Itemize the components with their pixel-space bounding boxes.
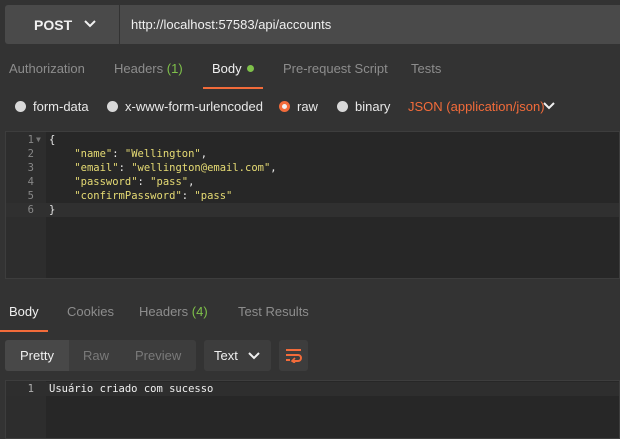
- request-bar: POST http://localhost:57583/api/accounts: [0, 0, 620, 49]
- wrap-lines-icon: [286, 349, 302, 363]
- method-select[interactable]: POST: [5, 5, 119, 44]
- view-pretty-label: Pretty: [20, 348, 54, 363]
- editor-line: 1 ▼ {: [6, 133, 619, 147]
- line-number: 3: [27, 162, 34, 174]
- radio-raw[interactable]: raw: [279, 89, 318, 123]
- json-key: "email": [74, 162, 119, 174]
- json-punct: ,: [200, 148, 208, 160]
- tab-tests-label: Tests: [411, 61, 442, 76]
- json-key: "password": [74, 176, 138, 188]
- radio-icon: [15, 100, 26, 112]
- json-punct: ,: [270, 162, 277, 174]
- json-key: "confirmPassword": [74, 190, 182, 202]
- tab-tests[interactable]: Tests: [411, 49, 441, 89]
- format-select[interactable]: Text: [204, 340, 271, 371]
- fold-arrow-icon[interactable]: ▼: [36, 133, 41, 147]
- format-label: Text: [214, 348, 238, 363]
- line-number: 2: [27, 148, 34, 160]
- radio-urlencoded[interactable]: x-www-form-urlencoded: [107, 89, 263, 123]
- body-active-dot-icon: [246, 65, 254, 72]
- response-tab-headers-label: Headers: [139, 304, 189, 319]
- response-tabs: Body Cookies Headers (4) Test Results: [0, 292, 620, 332]
- response-text: Usuário criado com sucesso: [49, 383, 214, 395]
- json-punct: ,: [188, 176, 195, 188]
- code-text: "confirmPassword": "pass": [74, 190, 233, 202]
- json-key: "name": [74, 148, 113, 160]
- radio-binary-label: binary: [355, 98, 391, 114]
- editor-line: 5 "confirmPassword": "pass": [6, 189, 619, 203]
- response-tab-body-label: Body: [9, 304, 39, 319]
- response-tab-body[interactable]: Body: [0, 292, 48, 332]
- tab-headers[interactable]: Headers (1): [114, 49, 183, 89]
- editor-line: 4 "password": "pass",: [6, 175, 619, 189]
- tab-authorization[interactable]: Authorization: [9, 49, 85, 89]
- line-number: 1: [27, 134, 34, 146]
- wrap-lines-button[interactable]: [279, 340, 308, 371]
- radio-form-data[interactable]: form-data: [15, 89, 89, 123]
- code-text: {: [49, 134, 56, 146]
- json-value: "Wellington": [124, 148, 201, 160]
- method-label: POST: [34, 16, 73, 33]
- content-type-label: JSON (application/json): [408, 98, 545, 114]
- response-tab-cookies-label: Cookies: [67, 304, 114, 319]
- view-raw-label: Raw: [83, 348, 110, 363]
- radio-raw-label: raw: [297, 98, 318, 114]
- view-preview-button[interactable]: Preview: [135, 340, 181, 371]
- response-line: 1 Usuário criado com sucesso: [6, 382, 619, 396]
- tab-body[interactable]: Body: [203, 49, 263, 89]
- radio-binary[interactable]: binary: [337, 89, 390, 123]
- response-tab-cookies[interactable]: Cookies: [67, 292, 114, 332]
- content-type-select[interactable]: JSON (application/json): [408, 89, 545, 123]
- tab-headers-label: Headers: [114, 61, 164, 76]
- code-text: "name": "Wellington",: [74, 148, 208, 160]
- code-text: "password": "pass",: [74, 176, 195, 188]
- url-input[interactable]: http://localhost:57583/api/accounts: [120, 5, 620, 44]
- response-tab-headers[interactable]: Headers (4): [139, 292, 208, 332]
- tab-pre-request-script[interactable]: Pre-request Script: [283, 49, 388, 89]
- response-toolbar: Pretty Raw Preview Text: [0, 332, 620, 378]
- radio-form-data-label: form-data: [33, 98, 89, 114]
- chevron-down-icon: [84, 20, 96, 28]
- json-value: "pass": [194, 190, 233, 202]
- response-body-viewer[interactable]: 1 Usuário criado com sucesso: [5, 380, 620, 439]
- editor-line: 3 "email": "wellington@email.com",: [6, 161, 619, 175]
- request-body-editor[interactable]: 1 ▼ { 2 "name": "Wellington", 3 "email":…: [5, 131, 620, 279]
- radio-icon: [107, 100, 118, 112]
- radio-urlencoded-label: x-www-form-urlencoded: [125, 98, 263, 114]
- radio-selected-icon: [279, 100, 290, 112]
- editor-line: 2 "name": "Wellington",: [6, 147, 619, 161]
- chevron-down-icon: [248, 352, 260, 360]
- request-tabs: Authorization Headers (1) Body Pre-reque…: [0, 49, 620, 89]
- code-text: "email": "wellington@email.com",: [74, 162, 277, 174]
- line-number: 6: [27, 204, 34, 216]
- json-value: "pass": [150, 176, 189, 188]
- chevron-down-icon[interactable]: [543, 101, 555, 111]
- line-number: 1: [27, 383, 34, 395]
- radio-icon: [337, 100, 348, 112]
- response-tab-test-results[interactable]: Test Results: [238, 292, 309, 332]
- line-number: 5: [27, 190, 34, 202]
- view-pretty-button[interactable]: Pretty: [5, 340, 69, 371]
- tab-pre-request-label: Pre-request Script: [283, 61, 388, 76]
- tab-body-label: Body: [212, 61, 242, 76]
- view-preview-label: Preview: [135, 348, 182, 363]
- view-mode-segmented: Pretty Raw Preview: [5, 340, 196, 371]
- json-value: "wellington@email.com": [131, 162, 271, 174]
- body-type-options: form-data x-www-form-urlencoded raw bina…: [0, 89, 620, 123]
- response-headers-count-badge: (4): [191, 304, 208, 319]
- view-raw-button[interactable]: Raw: [83, 340, 109, 371]
- headers-count-badge: (1): [166, 61, 183, 76]
- editor-line-current: 6 }: [6, 203, 619, 217]
- line-number: 4: [27, 176, 34, 188]
- code-text: }: [49, 204, 56, 216]
- response-tab-test-results-label: Test Results: [238, 304, 309, 319]
- tab-authorization-label: Authorization: [9, 61, 85, 76]
- url-text: http://localhost:57583/api/accounts: [131, 17, 332, 32]
